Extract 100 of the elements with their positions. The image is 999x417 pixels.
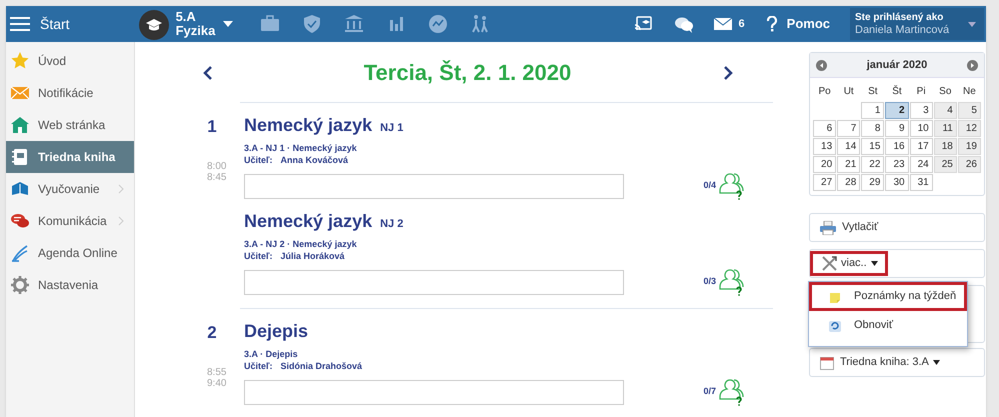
calendar-day[interactable]: 13 xyxy=(813,138,836,155)
menu-item[interactable]: Poznámky na týždeň xyxy=(809,282,967,311)
briefcase-icon[interactable] xyxy=(260,14,280,34)
weekday-label: Ut xyxy=(842,85,855,99)
group-label: NJ 1 xyxy=(380,121,404,136)
pen-icon xyxy=(11,244,29,262)
calendar-day[interactable]: 25 xyxy=(934,156,957,173)
next-month-icon[interactable] xyxy=(966,60,978,70)
calendar-day[interactable]: 29 xyxy=(861,174,884,191)
institution-icon[interactable] xyxy=(344,14,364,34)
calendar-day[interactable]: 24 xyxy=(910,156,933,173)
chart-circle-icon[interactable] xyxy=(428,14,448,34)
printer-icon xyxy=(820,220,836,234)
calendar-day[interactable]: 7 xyxy=(837,120,860,137)
calendar-day[interactable]: 14 xyxy=(837,138,860,155)
teacher-label: Učiteľ: xyxy=(244,250,272,262)
sidebar-item[interactable]: Web stránka xyxy=(6,109,134,141)
previous-month-icon[interactable] xyxy=(816,60,827,70)
star-icon xyxy=(11,52,29,70)
topic-field[interactable] xyxy=(244,380,624,404)
question-mark-icon xyxy=(766,16,777,32)
teacher-label: Učiteľ: xyxy=(244,360,272,372)
calendar-day[interactable]: 19 xyxy=(958,138,981,155)
period-number: 2 xyxy=(207,322,217,344)
calendar-day[interactable]: 31 xyxy=(910,174,933,191)
start-time: 8:00 xyxy=(207,161,226,172)
print-button[interactable]: Vytlačiť xyxy=(809,213,985,242)
calendar-day[interactable]: 23 xyxy=(885,156,909,173)
speech-bubbles-icon xyxy=(11,212,29,230)
chevron-right-icon xyxy=(118,216,124,226)
menu-icon xyxy=(10,16,30,32)
calendar-day[interactable]: 9 xyxy=(885,120,909,137)
teacher-name: Anna Kováčová xyxy=(280,154,348,166)
sidebar-item[interactable]: Agenda Online xyxy=(6,237,134,269)
calendar-day[interactable]: 15 xyxy=(861,138,884,155)
calendar-day[interactable]: 20 xyxy=(813,156,836,173)
home-button[interactable]: Štart xyxy=(6,6,74,42)
mail-button[interactable]: 6 xyxy=(714,16,745,32)
sidebar-item[interactable]: Triedna kniha xyxy=(6,141,134,173)
house-icon xyxy=(11,116,29,134)
calendar-day[interactable]: 5 xyxy=(958,102,981,119)
more-button[interactable]: viac.. xyxy=(810,251,888,276)
gear-icon xyxy=(11,276,29,294)
attendance-count: 0/3 xyxy=(703,275,716,288)
topic-field[interactable] xyxy=(244,174,624,198)
calendar-day[interactable]: 28 xyxy=(837,174,860,191)
sidebar-item[interactable]: Nastavenia xyxy=(6,269,134,301)
calendar-day[interactable]: 4 xyxy=(934,102,957,119)
period-number: 1 xyxy=(207,116,217,138)
calendar-day[interactable]: 27 xyxy=(813,174,836,191)
calendar-day[interactable]: 22 xyxy=(861,156,884,173)
calendar-day[interactable]: 6 xyxy=(813,120,836,137)
calendar-day[interactable]: 10 xyxy=(910,120,933,137)
sidebar-item[interactable]: Notifikácie xyxy=(6,77,134,109)
shield-icon[interactable] xyxy=(302,14,322,34)
calendar-day[interactable]: 12 xyxy=(958,120,981,137)
chat-icon[interactable] xyxy=(674,16,694,32)
teacher-label: Učiteľ: xyxy=(244,154,272,166)
weekday-label: St xyxy=(867,85,879,99)
caret-icon xyxy=(870,261,878,266)
calendar-icon xyxy=(820,356,834,370)
teacher-name: Júlia Horáková xyxy=(280,250,345,262)
weekday-label: So xyxy=(938,85,952,99)
people-question-icon[interactable] xyxy=(718,377,745,407)
lesson-detail: 3.A - NJ 1 · Nemecký jazyk xyxy=(244,142,358,154)
calendar-day[interactable]: 26 xyxy=(958,156,981,173)
caret-icon xyxy=(223,21,234,27)
calendar-day[interactable]: 11 xyxy=(934,120,957,137)
topic-field[interactable] xyxy=(244,270,624,294)
graduation-cap-icon xyxy=(138,10,169,40)
calendar-day[interactable]: 1 xyxy=(861,102,884,119)
calendar-day[interactable]: 17 xyxy=(910,138,933,155)
sidebar-item[interactable]: Vyučovanie xyxy=(6,173,134,205)
weekday-label: Ne xyxy=(962,85,977,99)
calendar-day[interactable]: 8 xyxy=(861,120,884,137)
user-menu[interactable]: Ste prihlásený ako Daniela Martincová xyxy=(850,8,984,40)
calendar-day[interactable]: 21 xyxy=(837,156,860,173)
people-question-icon[interactable] xyxy=(718,171,745,201)
calendar-day[interactable]: 3 xyxy=(910,102,933,119)
attendance-count: 0/4 xyxy=(703,179,716,192)
help-button[interactable]: Pomoc xyxy=(766,14,830,34)
lesson-detail: 3.A - NJ 2 · Nemecký jazyk xyxy=(244,238,358,250)
calendar-day[interactable]: 30 xyxy=(885,174,909,191)
mail-icon xyxy=(714,18,732,30)
month-title: január 2020 xyxy=(866,58,928,73)
calendar-day[interactable]: 2 xyxy=(885,102,909,119)
menu-item[interactable]: Obnoviť xyxy=(809,311,967,340)
people-question-icon[interactable] xyxy=(718,267,745,297)
chevron-right-icon[interactable] xyxy=(722,64,732,80)
group-label: NJ 2 xyxy=(380,217,404,232)
tools-icon xyxy=(822,256,837,271)
weekday-label: Št xyxy=(891,84,903,99)
chevron-left-icon[interactable] xyxy=(202,64,212,80)
calendar-day[interactable]: 16 xyxy=(885,138,909,155)
class-selector[interactable]: 5.A Fyzika xyxy=(176,6,234,42)
calendar-day[interactable]: 18 xyxy=(934,138,957,155)
sidebar-item[interactable]: Úvod xyxy=(6,45,134,77)
sidebar-item[interactable]: Komunikácia xyxy=(6,205,134,237)
caret-icon xyxy=(932,360,940,365)
class-book-button[interactable]: Triedna kniha: 3.A xyxy=(809,348,985,377)
